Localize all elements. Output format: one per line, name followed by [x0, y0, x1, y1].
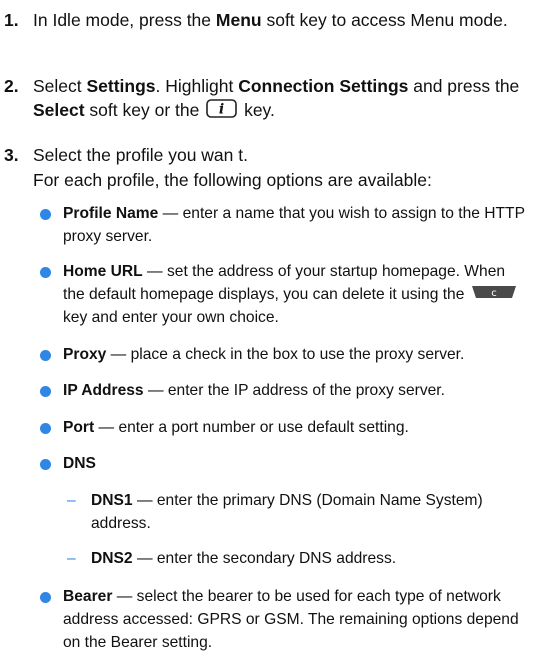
step-number: 3.: [4, 145, 19, 165]
menu-term: Menu: [215, 10, 262, 30]
step-number: 2.: [4, 76, 19, 96]
bullet-icon: [40, 209, 51, 220]
step-text: In Idle mode, press the Menu soft key to…: [33, 10, 508, 30]
step-text-line1: Select the profile you wan t.: [33, 145, 248, 165]
manual-page: 1. In Idle mode, press the Menu soft key…: [0, 0, 536, 661]
bullet-icon: [40, 592, 51, 603]
bullet-icon: [40, 386, 51, 397]
settings-term: Settings: [86, 76, 156, 96]
bullet-icon: [40, 459, 51, 470]
step-text-line2: For each profile, the following options …: [33, 170, 432, 190]
bullet-icon: [40, 350, 51, 361]
step-text: Select Settings. Highlight Connection Se…: [33, 74, 533, 124]
dash-bullet: –: [67, 492, 76, 509]
svg-text:c: c: [491, 288, 497, 299]
dash-bullet: –: [67, 550, 76, 567]
c-key-icon: c: [471, 283, 517, 306]
info-key-icon: i: [206, 99, 238, 124]
bullet-icon: [40, 267, 51, 278]
step-number: 1.: [4, 10, 19, 30]
select-term: Select: [33, 100, 85, 120]
connection-settings-term: Connection Settings: [238, 76, 409, 96]
bullet-icon: [40, 423, 51, 434]
svg-text:i: i: [219, 101, 224, 117]
